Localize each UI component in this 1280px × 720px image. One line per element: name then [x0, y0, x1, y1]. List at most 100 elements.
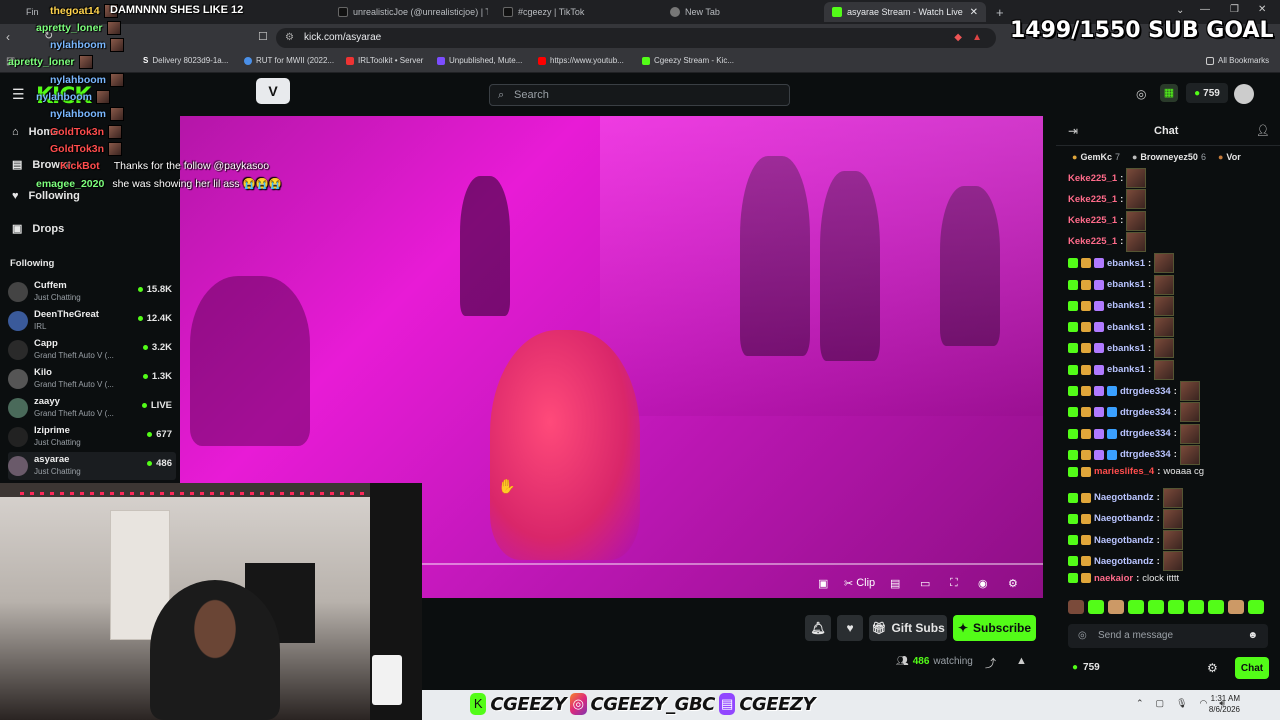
leaderboard-entry[interactable]: ● Vor	[1218, 152, 1241, 162]
emote-icon[interactable]	[1168, 600, 1184, 614]
tab-new-tab[interactable]: New Tab	[662, 2, 822, 22]
search-input[interactable]: ⌕ Search	[489, 84, 790, 106]
chat-username[interactable]: ebanks1	[1107, 258, 1145, 269]
chat-message[interactable]: ebanks1:	[1068, 338, 1175, 359]
all-bookmarks[interactable]: All Bookmarks	[1206, 56, 1269, 65]
settings-icon[interactable]: ⚙	[1008, 577, 1018, 590]
shield-extension-icon[interactable]: ◆	[954, 28, 962, 48]
chat-input[interactable]: ◎ Send a message ☻	[1068, 624, 1268, 648]
chat-username[interactable]: ebanks1	[1107, 343, 1145, 354]
chat-users-icon[interactable]: 👤︎	[1256, 124, 1270, 137]
chat-username[interactable]: dtrgdee334	[1120, 449, 1171, 460]
subscribe-button[interactable]: ✦ Subscribe	[953, 615, 1036, 641]
chat-message[interactable]: ebanks1:	[1068, 274, 1175, 295]
theater-mode-icon[interactable]: ▣	[818, 577, 828, 590]
follow-button[interactable]: ♥	[837, 615, 863, 641]
tab-search-icon[interactable]: ⌄	[1176, 5, 1184, 16]
chat-username[interactable]: Naegotbandz	[1094, 513, 1154, 524]
chat-username[interactable]: Keke225_1	[1068, 236, 1117, 247]
following-channel[interactable]: Capp Grand Theft Auto V (... 3.2K	[8, 336, 176, 364]
chat-username[interactable]: ebanks1	[1107, 300, 1145, 311]
back-icon[interactable]: ‹	[6, 30, 10, 44]
following-channel[interactable]: DeenTheGreat IRL 12.4K	[8, 307, 176, 335]
extension-icon[interactable]: ▲	[972, 28, 982, 48]
emote-icon[interactable]	[1148, 600, 1164, 614]
chat-username[interactable]: ebanks1	[1107, 322, 1145, 333]
chat-message[interactable]: dtrgdee334:	[1068, 402, 1200, 423]
tab-asyarae-stream[interactable]: asyarae Stream - Watch Live ✕	[824, 2, 986, 22]
live-sync-icon[interactable]: ◉	[978, 577, 988, 590]
new-tab-button[interactable]: +	[988, 2, 1008, 22]
emote-icon[interactable]	[1208, 600, 1224, 614]
bookmark-rut[interactable]: RUT for MWII (2022...	[244, 56, 334, 65]
chat-send-button[interactable]: Chat	[1235, 657, 1269, 679]
system-clock[interactable]: 1:31 AM 8/6/2026	[1209, 693, 1240, 715]
chat-message[interactable]: ebanks1:	[1068, 253, 1175, 274]
chat-message[interactable]: Keke225_1:	[1068, 168, 1147, 188]
collapse-chat-icon[interactable]: ⇥	[1068, 124, 1078, 138]
sidebar-item-drops[interactable]: ▣ Drops	[12, 222, 64, 236]
chat-kicks-balance[interactable]: ● 759	[1072, 662, 1100, 673]
following-channel[interactable]: Cuffem Just Chatting 15.8K	[8, 278, 176, 306]
chat-username[interactable]: dtrgdee334	[1120, 407, 1171, 418]
bookmark-youtube[interactable]: https://www.youtub...	[538, 56, 624, 65]
chat-message[interactable]: Keke225_1:	[1068, 210, 1147, 231]
menu-icon[interactable]: ☰	[12, 86, 25, 103]
chat-message[interactable]: dtrgdee334:	[1068, 444, 1200, 465]
minimize-icon[interactable]: —	[1200, 4, 1210, 15]
following-channel[interactable]: Kilo Grand Theft Auto V (... 1.3K	[8, 365, 176, 393]
emote-icon[interactable]	[1128, 600, 1144, 614]
microphone-icon[interactable]: 🎙︎	[1176, 698, 1187, 709]
chat-username[interactable]: Keke225_1	[1068, 215, 1117, 226]
following-channel-active[interactable]: asyarae Just Chatting 486	[8, 452, 176, 480]
leaderboard-entry[interactable]: ● Browneyez50 6	[1132, 152, 1206, 162]
chat-message[interactable]: Naegotbandz:	[1068, 487, 1183, 508]
chat-username[interactable]: ebanks1	[1107, 364, 1145, 375]
chat-username[interactable]: Keke225_1	[1068, 173, 1117, 184]
chat-username[interactable]: Naegotbandz	[1094, 556, 1154, 567]
close-window-icon[interactable]: ✕	[1258, 4, 1266, 15]
close-tab-icon[interactable]: ✕	[970, 7, 978, 18]
chat-message[interactable]: naekaior: clock itttt	[1068, 573, 1179, 584]
bookmark-icon[interactable]: ☐	[258, 30, 268, 43]
chat-message[interactable]: ebanks1:	[1068, 295, 1175, 316]
tray-chevron-icon[interactable]: ⌃	[1136, 698, 1144, 709]
chat-username[interactable]: Keke225_1	[1068, 194, 1117, 205]
chat-message[interactable]: Naegotbandz:	[1068, 551, 1183, 572]
emote-icon[interactable]	[1108, 600, 1124, 614]
bookmark-irltoolkit[interactable]: IRLToolkit • Server	[346, 56, 423, 65]
emoji-icon[interactable]: ☻	[1247, 624, 1258, 648]
chat-message[interactable]: Keke225_1:	[1068, 231, 1147, 252]
browse-icon[interactable]: ▦	[1160, 84, 1178, 102]
gift-subs-button[interactable]: 🎁︎ Gift Subs	[869, 615, 947, 641]
emote-icon[interactable]	[1188, 600, 1204, 614]
chat-username[interactable]: naekaior	[1094, 573, 1133, 584]
clip-button[interactable]: ✂ Clip	[844, 577, 875, 590]
chat-username[interactable]: marieslifes_4	[1094, 466, 1154, 477]
maximize-icon[interactable]: ❐	[1230, 4, 1239, 15]
sidebar-item-following[interactable]: ♥ Following	[12, 190, 80, 202]
tray-app-icon[interactable]: ▢	[1156, 698, 1165, 709]
chat-settings-icon[interactable]: ⚙	[1207, 661, 1218, 675]
search-toggle-icon[interactable]: ◎	[1136, 87, 1146, 101]
site-info-icon[interactable]: ⚙	[285, 28, 294, 48]
chat-settings-toggle-icon[interactable]: ◎	[1078, 624, 1087, 648]
report-icon[interactable]: ▲	[1016, 655, 1027, 667]
chat-message[interactable]: ebanks1:	[1068, 317, 1175, 338]
chat-message[interactable]: Naegotbandz:	[1068, 508, 1183, 529]
emote-icon[interactable]	[1088, 600, 1104, 614]
emote-icon[interactable]	[1248, 600, 1264, 614]
captions-icon[interactable]: ▤	[890, 577, 900, 590]
fullscreen-icon[interactable]: ⛶	[950, 577, 958, 590]
tab-cgeezy-tiktok[interactable]: #cgeezy | TikTok	[495, 2, 655, 22]
chat-message[interactable]: Naegotbandz:	[1068, 530, 1183, 551]
miniplayer-icon[interactable]: ▭	[920, 577, 930, 590]
bookmark-cgeezy-stream[interactable]: Cgeezy Stream - Kic...	[642, 56, 734, 65]
avatar[interactable]	[1234, 84, 1254, 104]
chat-username[interactable]: dtrgdee334	[1120, 386, 1171, 397]
share-icon[interactable]: ⤴	[985, 655, 996, 671]
chat-message[interactable]: marieslifes_4: woaaa cg	[1068, 466, 1204, 477]
bookmark-delivery[interactable]: S Delivery 8023d9-1a...	[143, 56, 228, 65]
emote-icon[interactable]	[1068, 600, 1084, 614]
emote-icon[interactable]	[1228, 600, 1244, 614]
